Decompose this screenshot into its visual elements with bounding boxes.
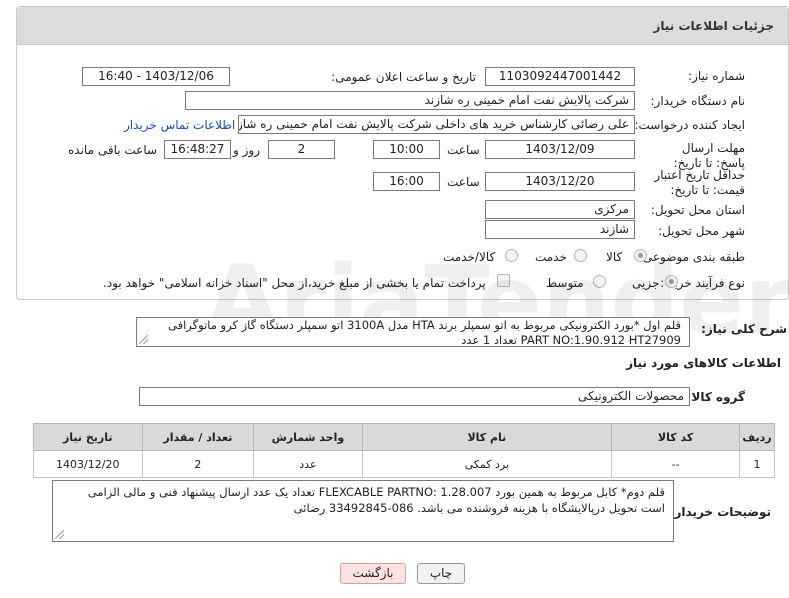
buyer-org-field[interactable]: شرکت پالایش نفت امام خمینی ره شازند (185, 91, 635, 110)
city-field[interactable]: شازند (485, 220, 635, 239)
announce-field[interactable]: 1403/12/06 - 16:40 (82, 67, 230, 86)
goods-group-label: گروه کالا: (686, 390, 745, 404)
process-radio-medium[interactable] (593, 275, 606, 288)
description-box[interactable]: قلم اول *بورد الکترونیکی مربوط به اتو سم… (136, 317, 690, 347)
payment-note: پرداخت تمام یا بخشی از مبلغ خرید،از محل … (103, 276, 486, 290)
buyer-notes-label: توضیحات خریدار: (669, 505, 771, 519)
category-radio-goods-service[interactable] (505, 249, 518, 262)
deadline-label: مهلت ارسال پاسخ: تا تاریخ: (673, 141, 745, 170)
col-name: نام کالا (361, 423, 613, 451)
col-row: ردیف (739, 423, 775, 451)
city-label: شهر محل تحویل: (658, 224, 745, 238)
items-table: ردیف کد کالا نام کالا واحد شمارش تعداد /… (33, 423, 775, 478)
description-line-2: PART NO:1.90.912 HT27909 تعداد 1 عدد (461, 333, 681, 347)
buyer-contact-link[interactable]: اطلاعات تماس خریدار (124, 118, 235, 132)
table-header-row: ردیف کد کالا نام کالا واحد شمارش تعداد /… (33, 423, 775, 451)
category-option-goods: کالا (606, 250, 623, 264)
buyer-org-label: نام دستگاه خریدار: (650, 94, 746, 108)
buyer-notes-line-2: است تحویل درپالایشگاه با هزینه فروشنده م… (293, 501, 665, 515)
validity-label: حداقل تاریخ اعتبار قیمت: تا تاریخ: (654, 168, 745, 197)
cell-qty: 2 (141, 450, 255, 478)
cell-unit: عدد (253, 450, 363, 478)
buyer-notes-box[interactable]: قلم دوم* کابل مربوط به همین بورد FLEXCAB… (52, 480, 674, 542)
description-label: شرح کلی نیاز: (701, 322, 787, 336)
deadline-time-field[interactable]: 10:00 (373, 140, 440, 159)
panel-title: جزئیات اطلاعات نیاز (17, 7, 788, 45)
col-code: کد کالا (611, 423, 741, 451)
deadline-time-word: ساعت (447, 143, 480, 157)
buyer-notes-line-1: قلم دوم* کابل مربوط به همین بورد FLEXCAB… (87, 485, 665, 499)
province-label: استان محل تحویل: (650, 203, 745, 217)
resize-handle-icon[interactable] (139, 335, 148, 344)
process-radio-minor[interactable] (665, 275, 678, 288)
remaining-word: ساعت باقی مانده (68, 143, 158, 157)
category-radio-service[interactable] (574, 249, 587, 262)
need-number-field[interactable]: 1103092447001442 (485, 67, 635, 86)
remaining-time-field[interactable]: 16:48:27 (164, 140, 231, 159)
print-button[interactable]: چاپ (417, 563, 465, 584)
requester-field[interactable]: علی رضائی کارشناس خرید های داخلی شرکت پا… (238, 115, 635, 134)
validity-date-field[interactable]: 1403/12/20 (485, 172, 635, 191)
col-date: تاریخ نیاز (33, 423, 143, 451)
requester-label: ایجاد کننده درخواست: (634, 118, 745, 132)
province-field[interactable]: مرکزی (485, 200, 635, 219)
days-word: روز و (233, 143, 260, 157)
goods-section-title: اطلاعات کالاهای مورد نیاز (626, 356, 781, 370)
category-label: طبقه بندی موضوعی: (638, 250, 745, 264)
col-qty: تعداد / مقدار (141, 423, 255, 451)
need-number-label: شماره نیاز: (688, 69, 745, 83)
cell-code: -- (611, 450, 741, 478)
cell-date: 1403/12/20 (33, 450, 143, 478)
category-option-goods-service: کالا/خدمت (443, 250, 496, 264)
cell-row: 1 (739, 450, 775, 478)
announce-label: تاریخ و ساعت اعلان عمومی: (331, 70, 476, 84)
process-option-medium: متوسط (546, 276, 584, 290)
description-line-1: قلم اول *بورد الکترونیکی مربوط به اتو سم… (168, 318, 681, 332)
category-option-service: خدمت (535, 250, 567, 264)
cell-name: برد کمکی (361, 450, 613, 478)
goods-group-field[interactable]: محصولات الکترونیکی (139, 387, 690, 406)
col-unit: واحد شمارش (253, 423, 363, 451)
validity-time-word: ساعت (447, 175, 480, 189)
table-row[interactable]: 1 -- برد کمکی عدد 2 1403/12/20 (33, 450, 775, 478)
resize-handle-icon[interactable] (55, 530, 64, 539)
validity-time-field[interactable]: 16:00 (373, 172, 440, 191)
category-radio-goods[interactable] (634, 249, 647, 262)
deadline-date-field[interactable]: 1403/12/09 (485, 140, 635, 159)
back-button[interactable]: بازگشت (340, 563, 406, 584)
treasury-checkbox[interactable] (497, 274, 510, 287)
process-option-minor: جزیی (632, 276, 660, 290)
days-field[interactable]: 2 (268, 140, 335, 159)
